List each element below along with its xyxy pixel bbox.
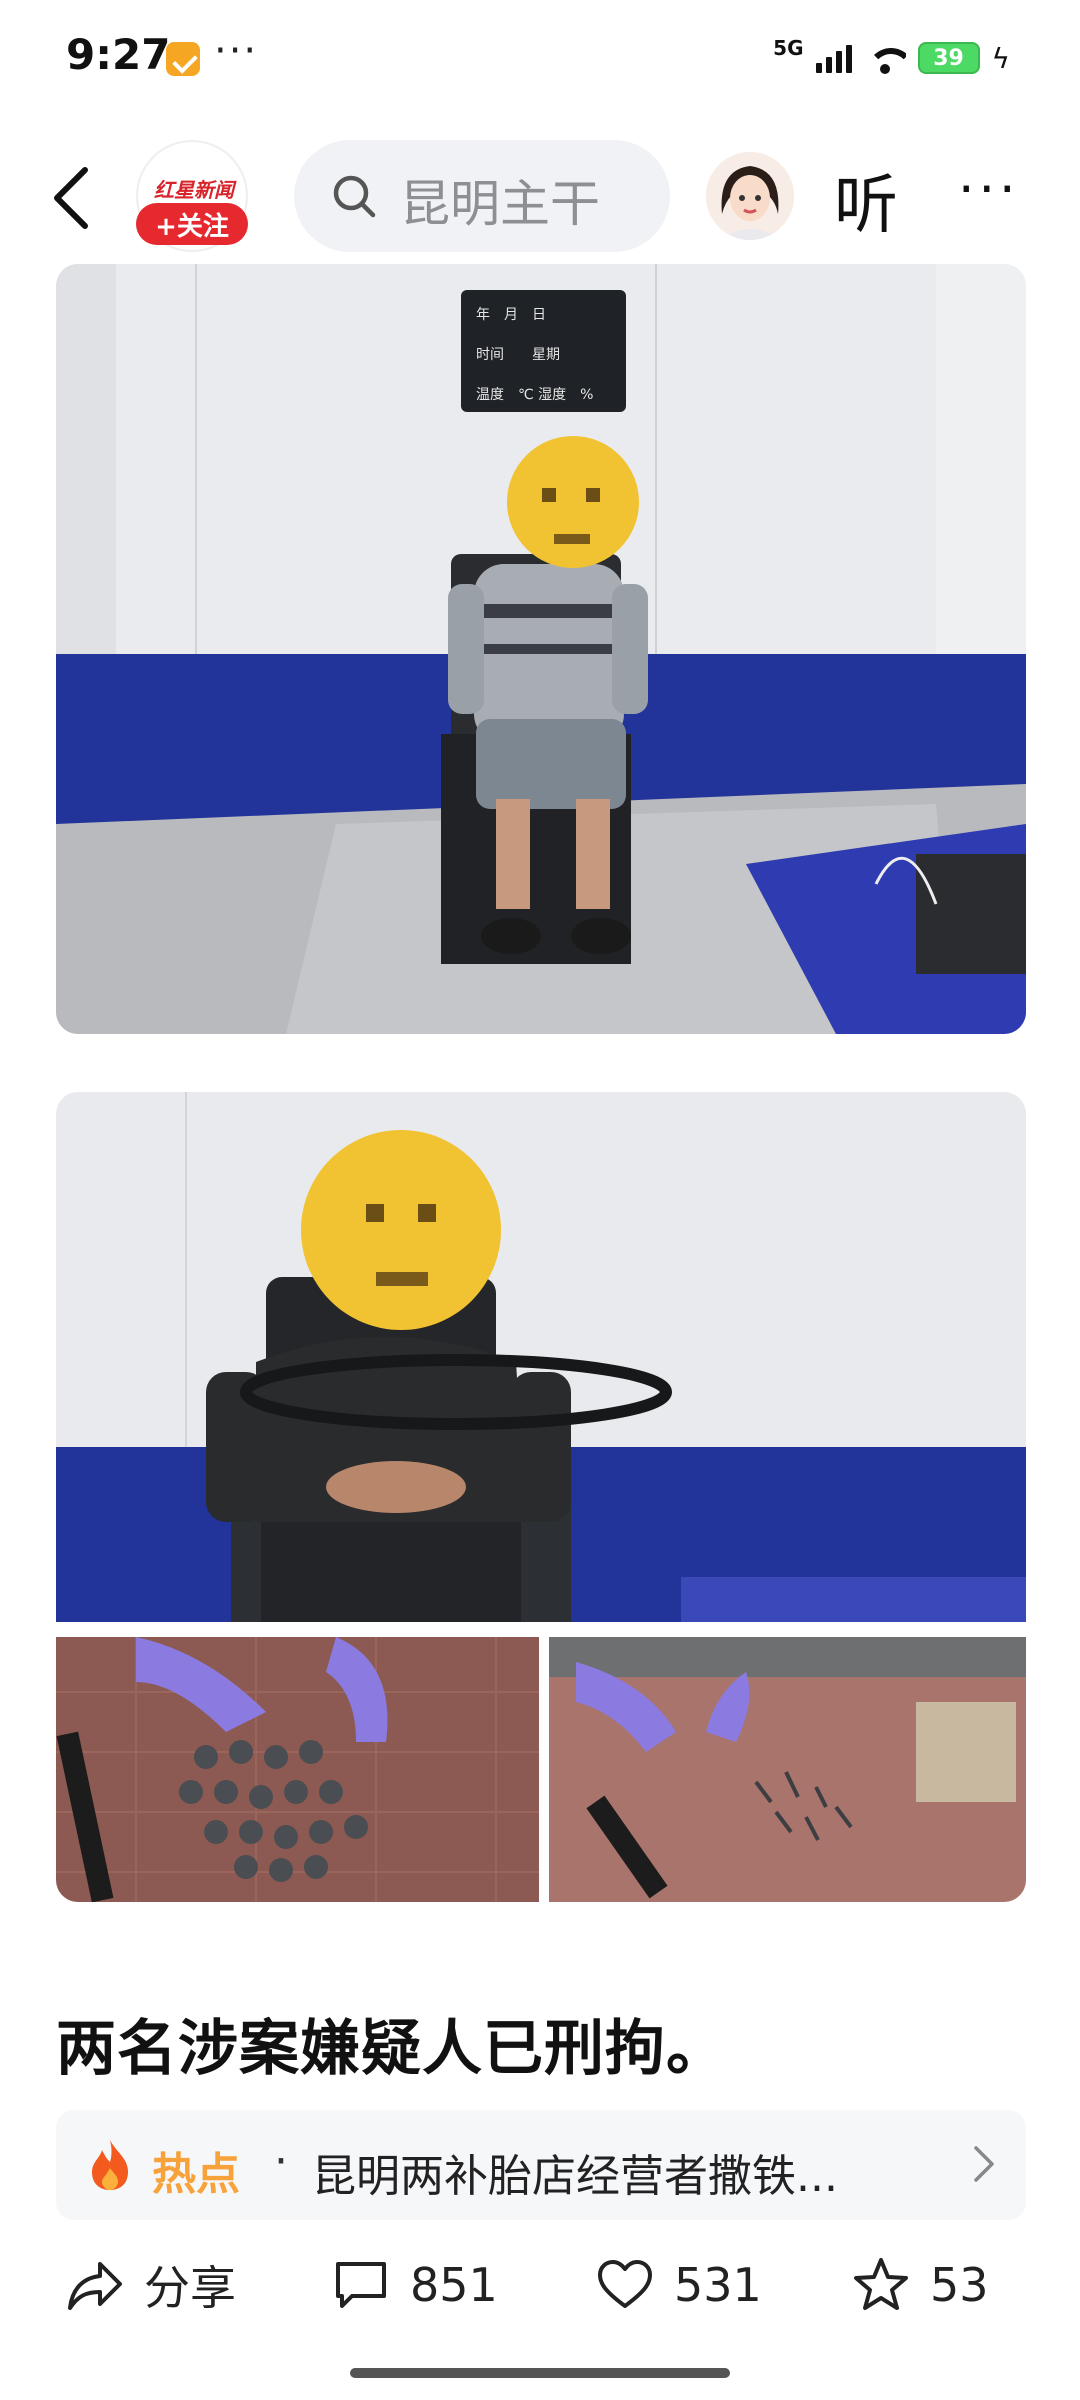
account-logo: 红星新闻	[154, 178, 234, 202]
back-button[interactable]	[36, 158, 106, 238]
network-type: 5G	[773, 36, 804, 60]
search-icon	[333, 175, 376, 218]
back-arrow-icon	[54, 167, 88, 229]
suspect-and-evidence-photo	[56, 1092, 1026, 1902]
article-caption: 两名涉案嫌疑人已刑拘。	[56, 2014, 727, 2084]
article-image-2[interactable]	[56, 1092, 1026, 1902]
signal-icon	[815, 43, 852, 73]
favorite-button[interactable]: 53	[852, 2250, 989, 2320]
status-bar: 9:27 ··· 5G 39 ϟ	[0, 0, 1080, 120]
comment-icon	[336, 2262, 386, 2308]
hot-separator: ·	[274, 2136, 288, 2187]
like-count: 531	[674, 2258, 762, 2312]
heart-icon	[598, 2260, 652, 2308]
app-notification-icon	[166, 42, 200, 76]
placard-line-1: 年 月 日	[476, 307, 546, 323]
follow-button[interactable]: +关注	[136, 203, 248, 245]
placard-line-3: 温度 ℃ 湿度 %	[476, 387, 593, 403]
more-options-button[interactable]: ···	[958, 160, 1020, 220]
top-navigation: 红星新闻 +关注 昆明主干 听 ···	[0, 130, 1080, 260]
search-suggestion: 昆明主干	[400, 175, 600, 233]
status-more-icon: ···	[214, 28, 259, 74]
share-icon	[68, 2262, 122, 2310]
battery-icon: 39	[917, 42, 980, 74]
status-time: 9:27	[66, 30, 171, 79]
hot-topic-text: 昆明两补胎店经营者撒铁...	[312, 2151, 838, 2202]
favorite-count: 53	[930, 2258, 989, 2312]
comments-button[interactable]: 851	[332, 2250, 498, 2320]
user-avatar[interactable]	[706, 152, 794, 240]
avatar-illustration-icon	[706, 152, 794, 240]
interrogation-room-photo: 年 月 日 时间 星期 温度 ℃ 湿度 %	[56, 264, 1026, 1034]
comment-count: 851	[410, 2258, 498, 2312]
action-bar: 分享 851 531 53	[0, 2250, 1080, 2320]
battery-level: 39	[933, 45, 964, 71]
star-icon	[854, 2258, 908, 2310]
charging-icon: ϟ	[991, 41, 1010, 75]
like-button[interactable]: 531	[596, 2250, 762, 2320]
search-input[interactable]: 昆明主干	[294, 140, 670, 252]
wifi-icon	[864, 42, 906, 74]
article-image-1[interactable]: 年 月 日 时间 星期 温度 ℃ 湿度 %	[56, 264, 1026, 1034]
chevron-right-icon	[974, 2146, 994, 2182]
fire-icon	[92, 2140, 128, 2190]
hot-topic-link[interactable]: 热点 · 昆明两补胎店经营者撒铁...	[56, 2110, 1026, 2220]
status-indicators: 5G 39 ϟ	[773, 36, 1010, 80]
home-indicator[interactable]	[350, 2368, 730, 2378]
share-label: 分享	[144, 2261, 236, 2315]
listen-button[interactable]: 听	[834, 154, 898, 246]
share-button[interactable]: 分享	[66, 2250, 236, 2320]
placard-line-2: 时间 星期	[476, 347, 560, 363]
hot-label: 热点	[152, 2149, 240, 2200]
